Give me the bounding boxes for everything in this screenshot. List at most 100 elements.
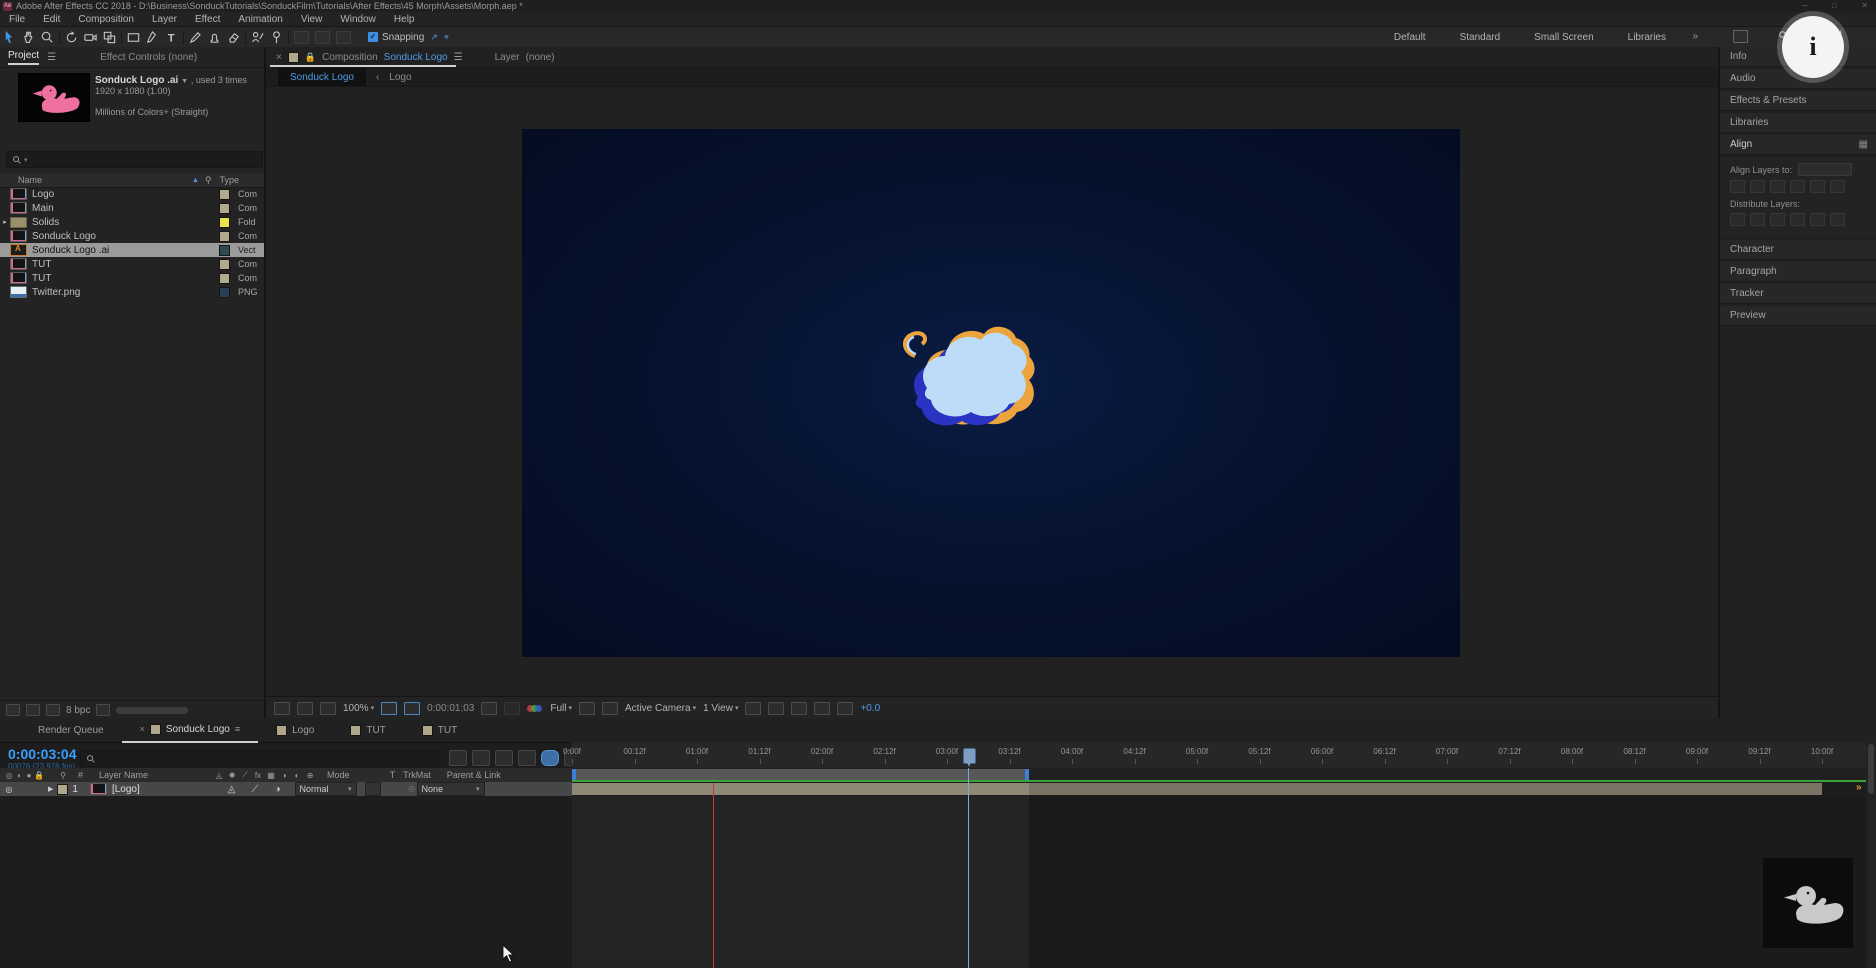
frame-blending-icon[interactable] [518,750,536,766]
grid-guides-icon[interactable] [381,702,397,715]
timeline-search-input[interactable] [80,750,439,767]
workspace-default[interactable]: Default [1394,32,1426,43]
panel-tracker-header[interactable]: Tracker [1720,284,1876,304]
roto-brush-tool-icon[interactable] [248,29,267,46]
hide-shy-layers-icon[interactable] [495,750,513,766]
snap-features-icon[interactable]: ⌖ [444,32,449,43]
clone-stamp-tool-icon[interactable] [205,29,224,46]
transparency-grid-icon[interactable] [602,702,618,715]
blend-mode-dropdown[interactable]: Normal ▾ [295,782,357,796]
tab-project[interactable]: Project [8,50,39,65]
new-composition-icon[interactable] [46,704,60,716]
horizontal-scrollbar[interactable] [116,707,188,714]
timeline-ruler[interactable]: 0:00f00:12f01:00f01:12f02:00f02:12f03:00… [572,742,1876,769]
mini-flowchart-icon[interactable] [814,702,830,715]
viewer-tab-sonduck-logo[interactable]: Sonduck Logo [278,68,366,86]
magnification-dropdown[interactable]: 100% ▾ [343,703,374,714]
workspace-libraries[interactable]: Libraries [1628,32,1666,43]
brush-tool-icon[interactable] [186,29,205,46]
parent-dropdown[interactable]: None ▾ [417,782,485,796]
timeline-tab-tut[interactable]: TUT [404,718,475,742]
timeline-track-area-inside-workarea[interactable] [572,796,1029,968]
layer-quality-icon[interactable]: ⟋ [251,784,258,795]
playhead-handle[interactable] [963,748,976,764]
project-list-header[interactable]: Name ▲ ⚲ Type [0,173,264,188]
menu-window[interactable]: Window [331,14,385,25]
puppet-pin-tool-icon[interactable] [267,29,286,46]
region-of-interest-icon[interactable] [579,702,595,715]
workspace-switcher-icon[interactable] [1733,30,1748,43]
distribute-left-button[interactable] [1790,213,1805,226]
close-tab-icon[interactable]: × [276,52,282,63]
shape-tool-icon[interactable] [124,29,143,46]
pan-behind-tool-icon[interactable] [100,29,119,46]
align-right-button[interactable] [1770,180,1785,193]
distribute-h-center-button[interactable] [1810,213,1825,226]
column-trkmat[interactable]: TrkMat [403,770,431,780]
layer-visibility-eye-icon[interactable]: ◎ [4,784,14,795]
align-h-center-button[interactable] [1750,180,1765,193]
project-row[interactable]: Sonduck LogoCom [0,229,264,243]
layer-expander-icon[interactable]: ▶ [48,785,53,793]
close-tab-icon[interactable]: × [140,724,145,734]
project-row[interactable]: Sonduck Logo .aiVect [0,243,264,257]
project-row[interactable]: Twitter.pngPNG [0,285,264,299]
primary-viewer-icon[interactable] [297,702,313,715]
panel-menu-icon[interactable]: ▦ [1859,139,1868,150]
label-color-swatch[interactable] [219,217,230,228]
layer-shy-icon[interactable]: ◬ [228,784,236,795]
workspace-standard[interactable]: Standard [1460,32,1501,43]
menu-view[interactable]: View [292,14,332,25]
channel-icon[interactable] [527,703,543,714]
workspace-small-screen[interactable]: Small Screen [1534,32,1593,43]
layer-name[interactable]: [Logo] [112,784,140,795]
distribute-v-center-button[interactable] [1750,213,1765,226]
label-color-swatch[interactable] [219,287,230,298]
label-color-swatch[interactable] [219,259,230,270]
panel-libraries-header[interactable]: Libraries [1720,113,1876,133]
label-color-swatch[interactable] [219,273,230,284]
minimize-button[interactable]: ─ [1802,1,1808,10]
pixel-aspect-icon[interactable] [768,702,784,715]
fast-previews-icon[interactable] [837,702,853,715]
composition-name[interactable]: Sonduck Logo [384,52,448,63]
panel-menu-icon[interactable]: ☰ [454,52,463,63]
exposure-value[interactable]: +0.0 [860,703,880,714]
snap-along-edges-icon[interactable]: ↗ [430,32,438,43]
label-column-icon[interactable]: ⚲ [205,175,212,186]
menu-file[interactable]: File [0,14,34,25]
column-layer-name[interactable]: Layer Name [99,770,148,780]
sort-ascending-icon[interactable]: ▲ [192,177,199,184]
snapping-toggle[interactable]: ✓ Snapping [368,32,424,43]
panel-character-header[interactable]: Character [1720,240,1876,260]
align-left-button[interactable] [1730,180,1745,193]
timeline-track-area-outside-workarea[interactable] [1029,796,1876,968]
column-parent-link[interactable]: Parent & Link [447,770,501,780]
timeline-scrollbar-thumb[interactable] [1868,744,1874,794]
snapshot-icon[interactable] [481,702,497,715]
panel-menu-icon[interactable]: ≡ [235,724,240,734]
type-tool-icon[interactable]: T [162,29,181,46]
trash-icon[interactable] [96,704,110,716]
folder-expander-icon[interactable]: ▸ [0,218,10,226]
timeline-end-chevrons[interactable]: » [1856,782,1862,793]
timeline-tab-tut[interactable]: TUT [332,718,403,742]
preview-timecode[interactable]: 0:00:01:03 [427,703,474,714]
mask-visibility-icon[interactable] [404,702,420,715]
panel-effects-presets-header[interactable]: Effects & Presets [1720,91,1876,111]
info-overlay-circle[interactable]: i [1782,16,1844,78]
composition-mini-flowchart-icon[interactable] [449,750,467,766]
label-color-swatch[interactable] [219,203,230,214]
layer-duration-bar[interactable] [572,783,1822,795]
show-snapshot-icon[interactable] [504,702,520,715]
menu-composition[interactable]: Composition [69,14,143,25]
trkmat-cell[interactable] [365,782,381,796]
column-name[interactable]: Name [18,175,42,185]
new-folder-icon[interactable] [26,704,40,716]
maximize-button[interactable]: □ [1832,1,1837,10]
distribute-bottom-button[interactable] [1770,213,1785,226]
zoom-tool-icon[interactable] [38,29,57,46]
label-color-swatch[interactable] [219,245,230,256]
toggle-mask-path-icon[interactable] [745,702,761,715]
timeline-tab-render-queue[interactable]: Render Queue [20,718,122,742]
